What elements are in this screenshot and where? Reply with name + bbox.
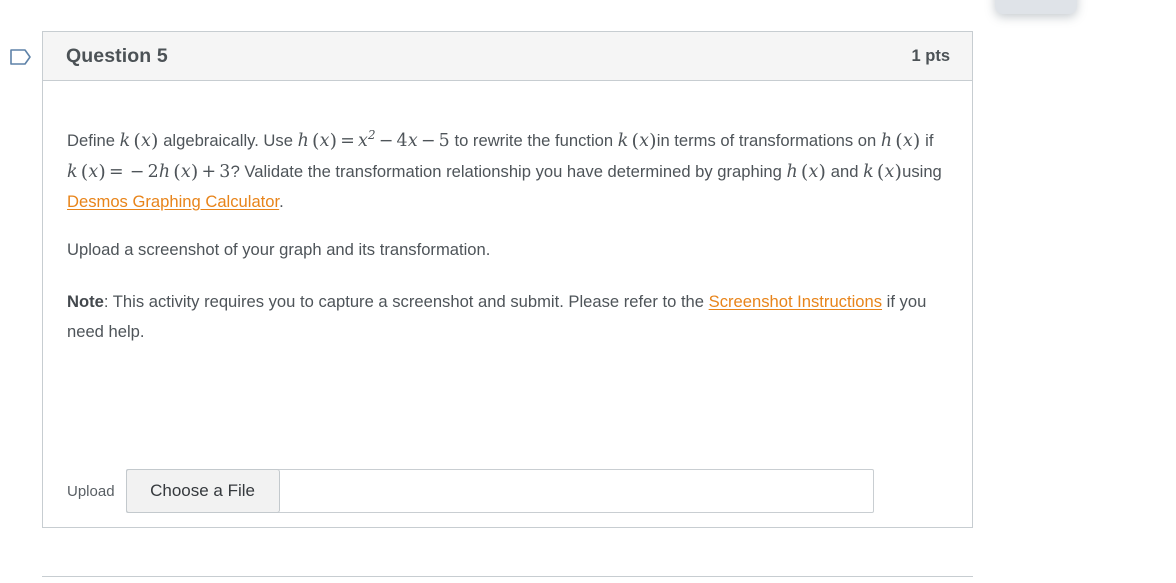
math-h-definition: h (x) = x2−4x −5	[297, 128, 450, 152]
math-h-of-x-2: h (x)	[786, 161, 827, 183]
math-k-of-x-2: k (x)	[617, 130, 657, 152]
prompt-segment-6: ? Validate the transformation relationsh…	[230, 162, 787, 181]
question-card: Question 5 1 pts Define k (x) algebraical…	[42, 31, 973, 528]
upload-label: Upload	[67, 482, 115, 500]
math-k-definition: k (x) = −2h (x) +3	[67, 161, 231, 183]
note-label: Note	[67, 292, 104, 311]
math-k-of-x-3: k (x)	[863, 161, 903, 183]
question-header: Question 5 1 pts	[43, 32, 972, 81]
question-page: Question 5 1 pts Define k (x) algebraical…	[0, 0, 1176, 583]
screenshot-instructions-link[interactable]: Screenshot Instructions	[709, 292, 882, 311]
prompt-segment-7: and	[826, 162, 864, 181]
floating-panel-chip[interactable]	[995, 0, 1077, 14]
bottom-separator	[42, 576, 973, 577]
prompt-segment-5: if	[920, 131, 934, 150]
file-upload-control[interactable]: Choose a File	[125, 469, 874, 513]
choose-a-file-button[interactable]: Choose a File	[125, 469, 280, 513]
flag-bookmark-icon[interactable]	[8, 44, 34, 70]
math-h-of-x-1: h (x)	[880, 130, 921, 152]
prompt-segment-3: to rewrite the function	[449, 131, 618, 150]
note-paragraph: Note: This activity requires you to capt…	[67, 287, 947, 347]
math-k-of-x-1: k (x)	[119, 130, 159, 152]
upload-instruction-paragraph: Upload a screenshot of your graph and it…	[67, 240, 491, 259]
prompt-segment-9: .	[279, 192, 284, 211]
question-points: 1 pts	[911, 46, 950, 65]
question-body: Define k (x) algebraically. Use h (x) = x2−4…	[43, 81, 972, 527]
note-segment-1: : This activity requires you to capture …	[103, 292, 709, 311]
question-prompt-paragraph: Define k (x) algebraically. Use h (x) = x2−4…	[67, 125, 947, 217]
desmos-graphing-calculator-link[interactable]: Desmos Graphing Calculator	[67, 192, 279, 211]
upload-row: Upload Choose a File	[67, 469, 874, 513]
prompt-segment-1: Define	[67, 131, 120, 150]
question-title: Question 5	[66, 44, 168, 67]
prompt-segment-4: in terms of transformations on	[656, 131, 881, 150]
prompt-segment-2: algebraically. Use	[158, 131, 298, 150]
prompt-segment-8: using	[902, 162, 942, 181]
